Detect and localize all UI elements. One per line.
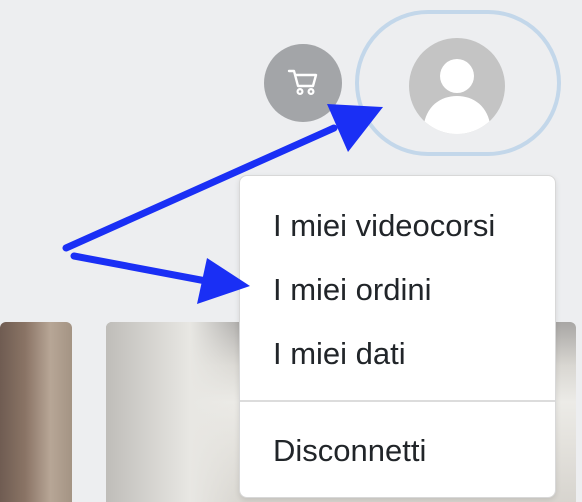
menu-item-my-orders[interactable]: I miei ordini (273, 274, 432, 305)
menu-divider (240, 400, 555, 402)
course-thumbnail[interactable] (0, 322, 72, 502)
arrow-to-orders (70, 252, 250, 304)
cart-button[interactable] (264, 44, 342, 122)
menu-item-my-videocourses[interactable]: I miei videocorsi (273, 210, 495, 241)
shopping-cart-icon (285, 63, 321, 104)
menu-item-my-data[interactable]: I miei dati (273, 338, 406, 369)
logout-menu-item[interactable]: Disconnetti (273, 435, 426, 466)
page: I miei videocorsi I miei ordini I miei d… (0, 0, 582, 502)
user-menu-button[interactable] (355, 10, 561, 156)
user-avatar-icon (409, 38, 505, 134)
user-dropdown-menu: I miei videocorsi I miei ordini I miei d… (239, 175, 556, 498)
